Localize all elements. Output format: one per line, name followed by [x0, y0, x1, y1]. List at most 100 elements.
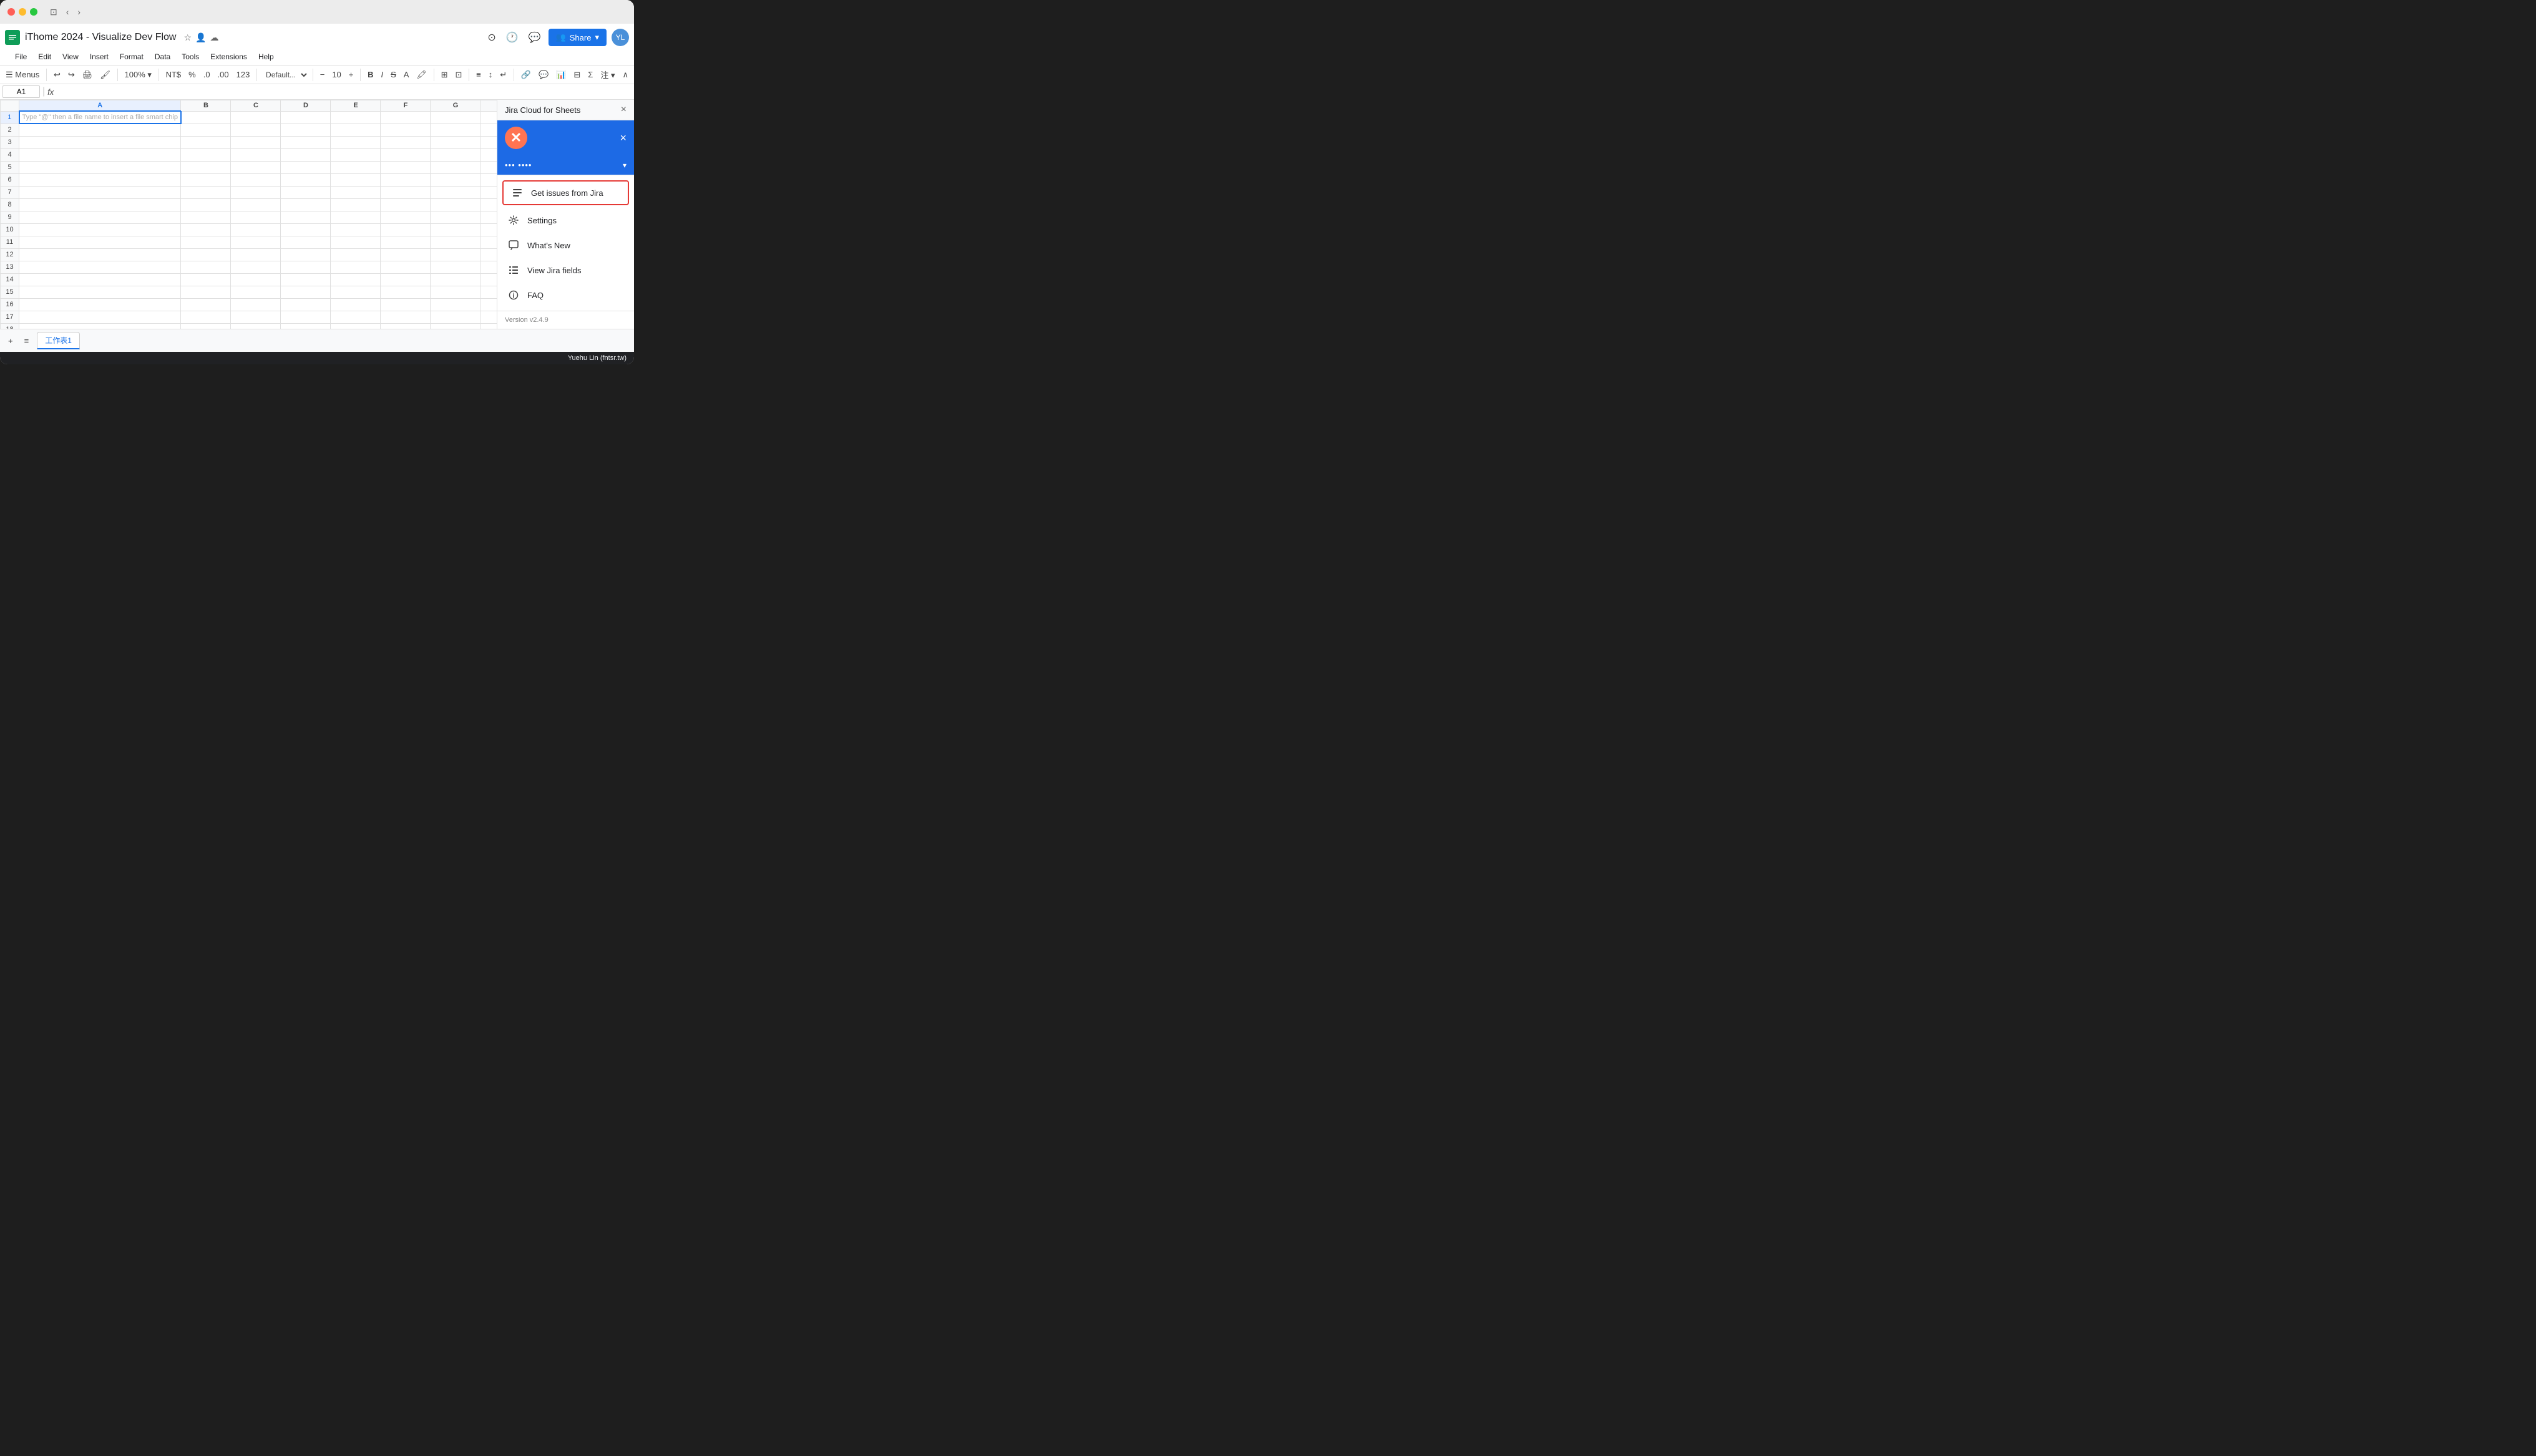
col-header-D[interactable]: D — [281, 100, 331, 112]
table-row[interactable] — [331, 248, 381, 261]
row-header-10[interactable]: 10 — [1, 223, 19, 236]
jira-menu-item-whats-new[interactable]: What's New — [497, 233, 634, 258]
row-header-18[interactable]: 18 — [1, 323, 19, 329]
col-header-G[interactable]: G — [431, 100, 480, 112]
menus-btn[interactable]: ☰ Menus — [2, 68, 42, 82]
filter-btn[interactable]: ⊟ — [570, 68, 583, 82]
table-row[interactable]: Type "@" then a file name to insert a fi… — [19, 111, 181, 124]
table-row[interactable] — [231, 223, 281, 236]
table-row[interactable] — [19, 173, 181, 186]
corner-cell[interactable] — [1, 100, 19, 112]
table-row[interactable] — [331, 173, 381, 186]
font-color-btn[interactable]: A — [401, 68, 412, 81]
row-header-12[interactable]: 12 — [1, 248, 19, 261]
more-btn[interactable]: 注 ▾ — [597, 67, 618, 82]
table-row[interactable] — [480, 223, 497, 236]
table-row[interactable] — [281, 248, 331, 261]
jira-menu-item-get-issues[interactable]: Get issues from Jira — [502, 180, 629, 205]
table-row[interactable] — [19, 273, 181, 286]
table-row[interactable] — [231, 148, 281, 161]
menu-view[interactable]: View — [57, 50, 84, 64]
table-row[interactable] — [431, 248, 480, 261]
table-row[interactable] — [181, 136, 231, 148]
table-row[interactable] — [381, 236, 431, 248]
table-row[interactable] — [331, 211, 381, 223]
table-row[interactable] — [431, 261, 480, 273]
table-row[interactable] — [231, 236, 281, 248]
table-row[interactable] — [431, 323, 480, 329]
table-row[interactable] — [181, 273, 231, 286]
table-row[interactable] — [181, 311, 231, 323]
table-row[interactable] — [181, 186, 231, 198]
table-row[interactable] — [281, 211, 331, 223]
table-row[interactable] — [231, 111, 281, 124]
table-row[interactable] — [480, 311, 497, 323]
table-row[interactable] — [431, 223, 480, 236]
function-btn[interactable]: Σ — [585, 68, 596, 81]
table-row[interactable] — [480, 173, 497, 186]
jira-panel-close-button[interactable]: × — [620, 132, 627, 145]
table-row[interactable] — [19, 261, 181, 273]
table-row[interactable] — [231, 298, 281, 311]
table-row[interactable] — [19, 236, 181, 248]
merge-btn[interactable]: ⊡ — [452, 68, 466, 82]
table-row[interactable] — [331, 111, 381, 124]
row-header-6[interactable]: 6 — [1, 173, 19, 186]
italic-btn[interactable]: I — [378, 68, 386, 81]
table-row[interactable] — [231, 186, 281, 198]
menu-tools[interactable]: Tools — [177, 50, 204, 64]
jira-menu-item-faq[interactable]: FAQ — [497, 283, 634, 308]
menu-insert[interactable]: Insert — [85, 50, 114, 64]
table-row[interactable] — [331, 323, 381, 329]
table-row[interactable] — [331, 236, 381, 248]
sheet-menu-button[interactable]: ≡ — [21, 334, 32, 347]
table-row[interactable] — [231, 286, 281, 298]
formula-input[interactable] — [56, 87, 632, 96]
table-row[interactable] — [480, 298, 497, 311]
table-row[interactable] — [231, 323, 281, 329]
menu-file[interactable]: File — [10, 50, 32, 64]
table-row[interactable] — [381, 161, 431, 173]
table-row[interactable] — [331, 148, 381, 161]
table-row[interactable] — [381, 173, 431, 186]
table-row[interactable] — [381, 198, 431, 211]
table-row[interactable] — [381, 323, 431, 329]
table-row[interactable] — [381, 136, 431, 148]
table-row[interactable] — [331, 161, 381, 173]
window-tile-button[interactable]: ⊡ — [47, 6, 60, 19]
table-row[interactable] — [231, 273, 281, 286]
menu-data[interactable]: Data — [150, 50, 175, 64]
font-size-decrease-btn[interactable]: − — [317, 68, 328, 81]
table-row[interactable] — [231, 124, 281, 136]
sheet-tab-1[interactable]: 工作表1 — [37, 332, 80, 349]
nav-back-button[interactable]: ‹ — [64, 6, 72, 18]
align-btn[interactable]: ≡ — [473, 68, 484, 81]
row-header-16[interactable]: 16 — [1, 298, 19, 311]
table-row[interactable] — [181, 198, 231, 211]
table-row[interactable] — [431, 161, 480, 173]
row-header-11[interactable]: 11 — [1, 236, 19, 248]
close-button[interactable] — [7, 8, 15, 16]
table-row[interactable] — [381, 261, 431, 273]
table-row[interactable] — [281, 273, 331, 286]
table-row[interactable] — [381, 186, 431, 198]
table-row[interactable] — [281, 261, 331, 273]
table-row[interactable] — [331, 298, 381, 311]
table-row[interactable] — [480, 248, 497, 261]
table-row[interactable] — [19, 323, 181, 329]
table-row[interactable] — [331, 223, 381, 236]
table-row[interactable] — [281, 323, 331, 329]
history-icon[interactable]: 🕐 — [504, 29, 521, 46]
table-row[interactable] — [431, 173, 480, 186]
table-row[interactable] — [281, 286, 331, 298]
table-row[interactable] — [231, 198, 281, 211]
table-row[interactable] — [231, 311, 281, 323]
table-row[interactable] — [19, 148, 181, 161]
table-row[interactable] — [431, 198, 480, 211]
table-row[interactable] — [331, 273, 381, 286]
col-header-H[interactable]: H — [480, 100, 497, 112]
table-row[interactable] — [19, 223, 181, 236]
col-header-F[interactable]: F — [381, 100, 431, 112]
table-row[interactable] — [19, 298, 181, 311]
table-row[interactable] — [381, 211, 431, 223]
